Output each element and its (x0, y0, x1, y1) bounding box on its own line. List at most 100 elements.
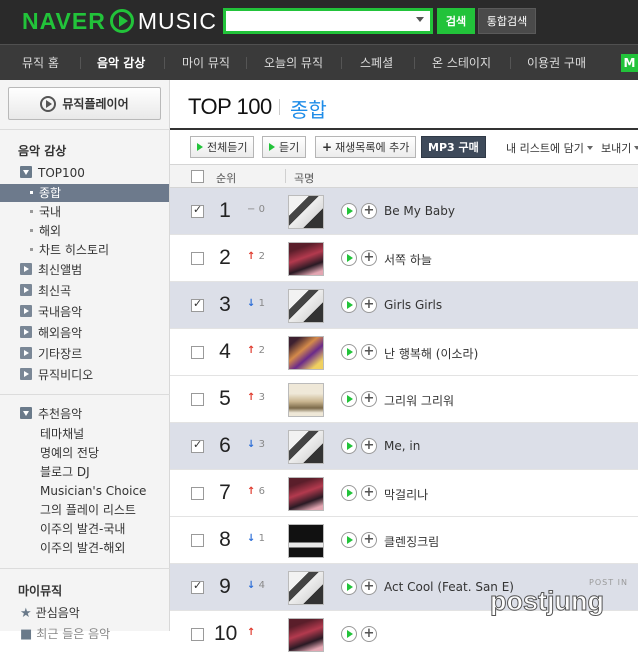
album-art[interactable] (288, 289, 324, 323)
sidebar-sub-his-playlist[interactable]: 그의 플레이 리스트 (40, 501, 136, 519)
select-all-checkbox[interactable] (191, 170, 204, 186)
album-art[interactable] (288, 383, 324, 417)
add-song-button[interactable]: + (361, 532, 377, 548)
song-title[interactable]: Girls Girls (384, 298, 442, 312)
naver-music-logo[interactable]: NAVER MUSIC (22, 8, 217, 34)
album-art[interactable] (288, 430, 324, 464)
play-song-button[interactable] (341, 485, 357, 501)
sidebar-sub-overall[interactable]: 종합 (0, 184, 169, 202)
add-song-button[interactable]: + (361, 391, 377, 407)
nav-on-stage[interactable]: 온 스테이지 (432, 45, 491, 81)
mp3-buy-button[interactable]: MP3 구매 (421, 136, 486, 158)
table-row[interactable]: 3 ↓ 1 + Girls Girls (170, 282, 638, 329)
search-dropdown-icon[interactable] (416, 17, 424, 22)
search-box[interactable] (223, 8, 433, 34)
song-title[interactable]: 클렌징크림 (384, 533, 439, 550)
search-button[interactable]: 검색 (437, 8, 475, 34)
add-to-playlist-button[interactable]: + 재생목록에 추가 (315, 136, 417, 158)
row-checkbox[interactable] (191, 487, 204, 503)
sidebar-sub-theme-channel[interactable]: 테마채널 (40, 425, 84, 443)
table-row[interactable]: 8 ↓ 1 + 클렌징크림 (170, 517, 638, 564)
nav-music-home[interactable]: 뮤직 홈 (22, 45, 59, 81)
add-to-my-list-dropdown[interactable]: 내 리스트에 담기 (506, 140, 593, 156)
add-song-button[interactable]: + (361, 485, 377, 501)
song-title[interactable]: 서쪽 하늘 (384, 251, 432, 268)
song-title[interactable]: 그리워 그리워 (384, 392, 454, 409)
add-song-button[interactable]: + (361, 438, 377, 454)
song-title[interactable]: Be My Baby (384, 204, 455, 218)
sidebar-item-domestic-music[interactable]: 국내음악 (20, 303, 82, 321)
sidebar-item-favorites[interactable]: ★ 관심음악 (20, 604, 80, 622)
add-song-button[interactable]: + (361, 297, 377, 313)
nav-my-music[interactable]: 마이 뮤직 (182, 45, 230, 81)
sidebar-item-latest-songs[interactable]: 최신곡 (20, 282, 71, 300)
nav-today-music[interactable]: 오늘의 뮤직 (264, 45, 323, 81)
row-checkbox[interactable] (191, 297, 204, 315)
table-row[interactable]: 5 ↑ 3 + 그리워 그리워 (170, 376, 638, 423)
album-art[interactable] (288, 571, 324, 605)
play-song-button[interactable] (341, 438, 357, 454)
song-title[interactable]: 난 행복해 (이소라) (384, 345, 478, 362)
sidebar-sub-musicians-choice[interactable]: Musician's Choice (40, 482, 146, 500)
album-art[interactable] (288, 195, 324, 229)
sidebar-item-recent[interactable]: ■ 최근 들은 음악 (20, 625, 110, 643)
music-player-button[interactable]: 뮤직플레이어 (8, 87, 161, 120)
album-art[interactable] (288, 618, 324, 652)
play-song-button[interactable] (341, 579, 357, 595)
table-row[interactable]: 2 ↑ 2 + 서쪽 하늘 (170, 235, 638, 282)
play-song-button[interactable] (341, 203, 357, 219)
play-song-button[interactable] (341, 250, 357, 266)
add-song-button[interactable]: + (361, 203, 377, 219)
sidebar-item-overseas-music[interactable]: 해외음악 (20, 324, 82, 342)
add-song-button[interactable]: + (361, 579, 377, 595)
album-art[interactable] (288, 477, 324, 511)
song-title[interactable]: Me, in (384, 439, 420, 453)
play-song-button[interactable] (341, 344, 357, 360)
sidebar-item-latest-albums[interactable]: 최신앨범 (20, 261, 82, 279)
search-input[interactable] (226, 11, 406, 31)
nav-music-listen[interactable]: 음악 감상 (97, 45, 145, 81)
song-title[interactable]: 막걸리나 (384, 486, 428, 503)
table-row[interactable]: 4 ↑ 2 + 난 행복해 (이소라) (170, 329, 638, 376)
add-song-button[interactable]: + (361, 250, 377, 266)
sidebar-item-recommended[interactable]: 추천음악 (20, 405, 82, 423)
sidebar-sub-overseas[interactable]: 해외 (0, 222, 169, 240)
sidebar-sub-weekly-overseas[interactable]: 이주의 발견-해외 (40, 539, 125, 557)
sidebar-item-top100[interactable]: TOP100 (20, 164, 85, 182)
album-art[interactable] (288, 242, 324, 276)
row-checkbox[interactable] (191, 393, 204, 409)
sidebar-sub-blog-dj[interactable]: 블로그 DJ (40, 463, 90, 481)
play-button[interactable]: 듣기 (262, 136, 307, 158)
send-dropdown[interactable]: 보내기 (601, 140, 638, 156)
table-row[interactable]: 1 − 0 + Be My Baby (170, 188, 638, 235)
rank-change-value: 4 (258, 580, 265, 591)
album-art[interactable] (288, 336, 324, 370)
row-checkbox[interactable] (191, 534, 204, 550)
table-row[interactable]: 6 ↓ 3 + Me, in (170, 423, 638, 470)
row-checkbox[interactable] (191, 628, 204, 644)
row-checkbox[interactable] (191, 438, 204, 456)
sidebar-item-other-genres[interactable]: 기타장르 (20, 345, 82, 363)
row-checkbox[interactable] (191, 203, 204, 221)
nav-special[interactable]: 스페셜 (360, 45, 393, 81)
play-all-button[interactable]: 전체듣기 (190, 136, 255, 158)
row-checkbox[interactable] (191, 579, 204, 597)
table-row[interactable]: 7 ↑ 6 + 막걸리나 (170, 470, 638, 517)
album-art[interactable] (288, 524, 324, 558)
play-song-button[interactable] (341, 626, 357, 642)
row-checkbox[interactable] (191, 252, 204, 268)
add-song-button[interactable]: + (361, 626, 377, 642)
sidebar-sub-hall-of-fame[interactable]: 명예의 전당 (40, 444, 99, 462)
row-checkbox[interactable] (191, 346, 204, 362)
sidebar-sub-domestic[interactable]: 국내 (0, 203, 169, 221)
sidebar-sub-weekly-domestic[interactable]: 이주의 발견-국내 (40, 520, 125, 538)
sidebar-item-music-video[interactable]: 뮤직비디오 (20, 366, 93, 384)
total-search-button[interactable]: 통합검색 (478, 8, 536, 34)
corner-m-badge[interactable]: M (621, 54, 638, 72)
add-song-button[interactable]: + (361, 344, 377, 360)
play-song-button[interactable] (341, 391, 357, 407)
play-song-button[interactable] (341, 532, 357, 548)
nav-voucher-buy[interactable]: 이용권 구매 (527, 45, 586, 81)
play-song-button[interactable] (341, 297, 357, 313)
sidebar-sub-chart-history[interactable]: 차트 히스토리 (0, 241, 169, 259)
